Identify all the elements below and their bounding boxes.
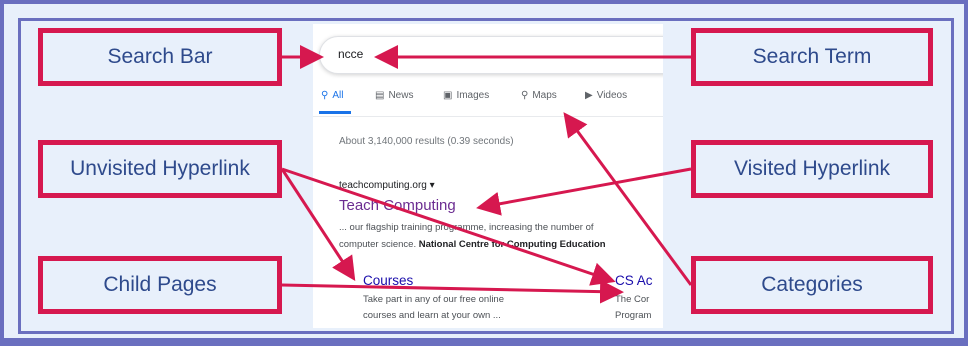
arrow-visited-hyperlink (476, 167, 692, 216)
annotation-arrows (280, 45, 693, 304)
arrow-unvisited-to-cs (281, 167, 616, 286)
arrow-unvisited-to-courses (280, 168, 356, 282)
arrow-child-pages (281, 279, 624, 304)
arrow-categories (563, 112, 693, 286)
